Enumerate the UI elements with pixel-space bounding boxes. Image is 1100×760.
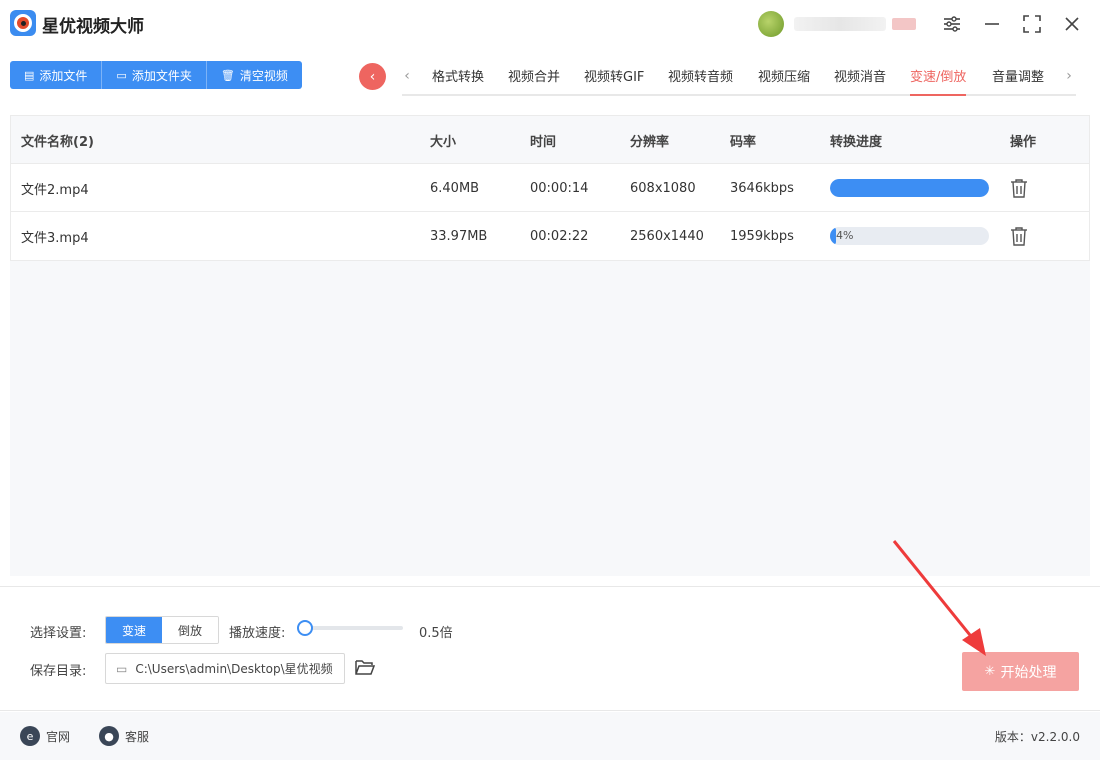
mode-speed-button[interactable]: 变速 bbox=[106, 617, 162, 643]
save-dir-label: 保存目录: bbox=[30, 664, 87, 679]
customer-service-link[interactable]: ● 客服 bbox=[99, 726, 149, 746]
user-name-redacted bbox=[794, 17, 886, 31]
table-header: 文件名称(2) 大小 时间 分辨率 码率 转换进度 操作 bbox=[11, 116, 1089, 164]
progress-bar: 4% bbox=[830, 227, 989, 245]
settings-sliders-icon[interactable] bbox=[937, 10, 967, 38]
tab-video-to-audio[interactable]: 视频转音频 bbox=[668, 66, 733, 94]
file-resolution: 608x1080 bbox=[630, 180, 696, 196]
loading-spinner-icon: ✳ bbox=[984, 664, 996, 679]
delete-trash-icon[interactable] bbox=[1010, 226, 1028, 246]
clear-videos-button[interactable]: 🗑︎ 清空视频 bbox=[206, 61, 302, 89]
close-icon[interactable] bbox=[1057, 10, 1087, 38]
file-size: 33.97MB bbox=[430, 228, 488, 244]
file-bitrate: 1959kbps bbox=[730, 228, 794, 244]
tab-format-convert[interactable]: 格式转换 bbox=[432, 66, 484, 94]
tab-video-compress[interactable]: 视频压缩 bbox=[758, 66, 810, 94]
header-resolution: 分辨率 bbox=[630, 134, 670, 150]
tab-speed-reverse[interactable]: 变速/倒放 bbox=[910, 66, 967, 96]
progress-fill bbox=[830, 179, 989, 197]
minimize-icon[interactable] bbox=[977, 10, 1007, 38]
settings-panel: 选择设置: 变速 倒放 播放速度: 0.5倍 保存目录: bbox=[0, 586, 1100, 711]
chat-bubble-icon: ● bbox=[99, 726, 119, 746]
open-folder-icon[interactable] bbox=[354, 656, 376, 678]
speed-label: 播放速度: bbox=[229, 626, 286, 641]
mode-label: 选择设置: bbox=[30, 626, 87, 641]
header-name: 文件名称(2) bbox=[21, 134, 94, 150]
start-processing-button[interactable]: ✳ 开始处理 bbox=[962, 652, 1079, 691]
function-tabs: 格式转换 视频合并 视频转GIF 视频转音频 视频压缩 视频消音 变速/倒放 音… bbox=[402, 60, 1076, 96]
row-actions bbox=[1010, 164, 1028, 212]
table-row[interactable]: 文件3.mp4 33.97MB 00:02:22 2560x1440 1959k… bbox=[11, 212, 1089, 260]
file-list-area: 文件名称(2) 大小 时间 分辨率 码率 转换进度 操作 文件2.mp4 6.4… bbox=[10, 115, 1090, 576]
tab-video-to-gif[interactable]: 视频转GIF bbox=[584, 66, 644, 94]
mode-reverse-button[interactable]: 倒放 bbox=[162, 617, 218, 643]
footer-bar: e 官网 ● 客服 版本：v2.2.0.0 bbox=[0, 712, 1100, 760]
file-bitrate: 3646kbps bbox=[730, 180, 794, 196]
tabs-scroll-right-icon[interactable]: › bbox=[1062, 66, 1076, 86]
save-path-field[interactable]: ▭ C:\Users\admin\Desktop\星优视频 bbox=[105, 653, 345, 684]
row-actions bbox=[1010, 212, 1028, 260]
file-name: 文件2.mp4 bbox=[21, 182, 89, 198]
header-bitrate: 码率 bbox=[730, 134, 757, 150]
user-account[interactable] bbox=[758, 10, 934, 38]
file-table: 文件名称(2) 大小 时间 分辨率 码率 转换进度 操作 文件2.mp4 6.4… bbox=[10, 115, 1090, 261]
browser-e-icon: e bbox=[20, 726, 40, 746]
file-toolbar: ▤ 添加文件 ▭ 添加文件夹 🗑︎ 清空视频 bbox=[10, 61, 302, 89]
file-duration: 00:02:22 bbox=[530, 228, 589, 244]
progress-percent: 4% bbox=[836, 229, 854, 242]
progress-bar bbox=[830, 179, 989, 197]
tab-video-merge[interactable]: 视频合并 bbox=[508, 66, 560, 94]
tab-video-mute[interactable]: 视频消音 bbox=[834, 66, 886, 94]
add-file-button[interactable]: ▤ 添加文件 bbox=[10, 61, 103, 89]
version-text: 版本：v2.2.0.0 bbox=[994, 730, 1080, 744]
add-folder-button[interactable]: ▭ 添加文件夹 bbox=[102, 61, 207, 89]
app-logo-icon bbox=[10, 10, 36, 36]
app-title: 星优视频大师 bbox=[42, 17, 144, 37]
header-time: 时间 bbox=[530, 134, 557, 150]
official-website-link[interactable]: e 官网 bbox=[20, 726, 70, 746]
file-duration: 00:00:14 bbox=[530, 180, 589, 196]
speed-value: 0.5倍 bbox=[419, 626, 453, 641]
speed-slider-handle[interactable] bbox=[297, 620, 313, 636]
chevron-left-icon: ‹ bbox=[369, 68, 376, 85]
back-circle-button[interactable]: ‹ bbox=[359, 63, 386, 90]
user-avatar[interactable] bbox=[758, 11, 784, 37]
mode-segmented-control: 变速 倒放 bbox=[105, 616, 219, 644]
header-progress: 转换进度 bbox=[830, 134, 883, 150]
delete-trash-icon[interactable] bbox=[1010, 178, 1028, 198]
trash-icon: 🗑︎ bbox=[220, 68, 235, 82]
folder-icon: ▭ bbox=[116, 68, 127, 82]
conversion-progress: 4% bbox=[830, 212, 989, 260]
tab-volume-adjust[interactable]: 音量调整 bbox=[992, 66, 1044, 94]
file-resolution: 2560x1440 bbox=[630, 228, 704, 244]
title-bar: 星优视频大师 bbox=[0, 0, 1100, 50]
file-size: 6.40MB bbox=[430, 180, 480, 196]
conversion-progress bbox=[830, 164, 989, 212]
header-action: 操作 bbox=[1010, 134, 1037, 150]
table-row[interactable]: 文件2.mp4 6.40MB 00:00:14 608x1080 3646kbp… bbox=[11, 164, 1089, 212]
folder-outline-icon: ▭ bbox=[116, 661, 128, 676]
file-name: 文件3.mp4 bbox=[21, 230, 89, 246]
file-icon: ▤ bbox=[24, 68, 35, 82]
maximize-icon[interactable] bbox=[1017, 10, 1047, 38]
header-size: 大小 bbox=[430, 134, 457, 150]
vip-badge bbox=[892, 18, 916, 30]
